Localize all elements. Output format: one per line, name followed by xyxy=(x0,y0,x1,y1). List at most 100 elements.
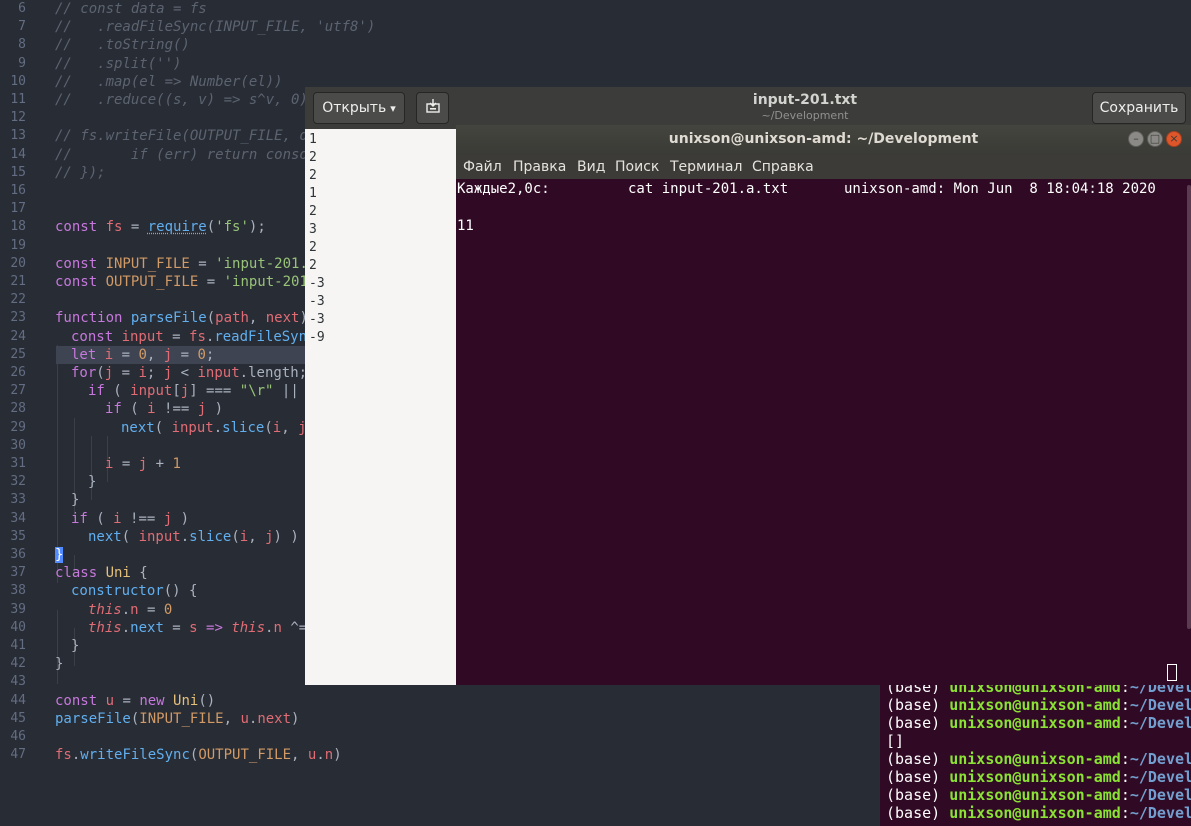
code-line: constructor() { xyxy=(71,583,198,600)
code-line: const OUTPUT_FILE = 'input-201 xyxy=(55,274,308,290)
menu-view[interactable]: Вид xyxy=(577,159,605,175)
terminal-cursor xyxy=(1167,664,1177,681)
terminal-window[interactable]: unixson@unixson-amd: ~/Development – □ ×… xyxy=(456,125,1191,685)
line-number: 12 xyxy=(10,110,26,126)
line-number: 42 xyxy=(10,656,26,672)
minimize-button[interactable]: – xyxy=(1128,131,1144,147)
code-line: const u = new Uni() xyxy=(55,692,216,709)
text-line: 1 xyxy=(309,186,317,201)
window-title: input-201.txt xyxy=(752,92,858,108)
line-number: 14 xyxy=(10,146,26,162)
line-number: 39 xyxy=(10,601,26,617)
line-number: 36 xyxy=(10,547,26,562)
code-line: if ( i !== j ) xyxy=(105,401,224,418)
line-number: 38 xyxy=(10,583,26,599)
open-label: Открыть xyxy=(322,100,387,116)
text-line: -3 xyxy=(309,294,325,309)
prompt-line: (base) unixson@unixson-amd:~/Devel xyxy=(886,804,1191,822)
text-line: 1 xyxy=(309,132,317,147)
watch-command: cat input-201.a.txt xyxy=(628,181,789,197)
code-line: const input = fs.readFileSyn xyxy=(71,328,308,345)
terminal-menubar: Файл Правка Вид Поиск Терминал Справка xyxy=(456,155,1191,179)
text-line: 2 xyxy=(309,240,317,255)
line-number: 43 xyxy=(10,674,26,690)
line-number: 24 xyxy=(10,328,26,344)
code-line: // .toString() xyxy=(55,37,190,54)
prompt-line: (base) unixson@unixson-amd:~/Devel xyxy=(886,714,1191,732)
line-number: 19 xyxy=(10,237,26,253)
code-line: const fs = require('fs'); xyxy=(55,219,266,236)
new-document-button[interactable] xyxy=(416,92,449,124)
insert-document-icon xyxy=(425,98,441,118)
terminal-title: unixson@unixson-amd: ~/Development xyxy=(668,131,979,147)
line-number: 13 xyxy=(10,128,26,144)
code-line: } xyxy=(88,474,97,491)
code-line: parseFile(INPUT_FILE, u.next) xyxy=(55,710,300,727)
line-number: 44 xyxy=(10,692,26,708)
text-line: 2 xyxy=(309,204,317,219)
code-line: next( input.slice(i, j) ) xyxy=(88,528,299,545)
code-line: // }); xyxy=(55,164,106,181)
line-number: 15 xyxy=(10,164,26,180)
prompt-line: (base) unixson@unixson-amd:~/Devel xyxy=(886,696,1191,714)
maximize-icon: □ xyxy=(1149,132,1161,145)
text-line: 2 xyxy=(309,168,317,183)
line-number: 8 xyxy=(18,37,26,53)
terminal-titlebar[interactable]: unixson@unixson-amd: ~/Development – □ × xyxy=(456,125,1191,155)
menu-search[interactable]: Поиск xyxy=(615,159,659,175)
text-line: -3 xyxy=(309,276,325,291)
code-line-current: let i = 0, j = 0; xyxy=(56,345,305,364)
output-line: [] xyxy=(886,732,905,750)
command-output: 11 xyxy=(457,218,474,234)
line-number: 11 xyxy=(10,92,26,107)
line-number: 27 xyxy=(10,383,26,399)
code-line: this.next = s => this.n ^= xyxy=(88,619,308,636)
line-number: 25 xyxy=(10,346,26,362)
terminal-content[interactable]: Каждые2,0с: cat input-201.a.txt unixson-… xyxy=(456,179,1191,685)
text-line: 3 xyxy=(309,222,317,237)
code-line: if ( i !== j ) xyxy=(71,510,190,527)
prompt-line: (base) unixson@unixson-amd:~/Devel xyxy=(886,786,1191,804)
text-line: 2 xyxy=(309,258,317,273)
open-button[interactable]: Открыть ▾ xyxy=(313,92,405,124)
code-line: class Uni { xyxy=(55,565,148,582)
code-line: // const data = fs xyxy=(55,1,207,17)
text-line: 2 xyxy=(309,150,317,165)
terminal-scrollbar[interactable] xyxy=(1187,185,1191,629)
maximize-button[interactable]: □ xyxy=(1147,131,1163,147)
line-number: 46 xyxy=(10,729,26,744)
line-number: 45 xyxy=(10,710,26,726)
line-number: 35 xyxy=(10,528,26,544)
line-number: 40 xyxy=(10,619,26,635)
line-number: 28 xyxy=(10,401,26,417)
save-button[interactable]: Сохранить xyxy=(1092,92,1186,124)
close-button[interactable]: × xyxy=(1166,131,1182,147)
line-number: 17 xyxy=(10,201,26,217)
close-icon: × xyxy=(1169,132,1179,145)
menu-terminal[interactable]: Терминал xyxy=(670,159,742,175)
code-line: } xyxy=(71,492,80,509)
gedit-headerbar: Открыть ▾ input-201.txt ~/Development Со… xyxy=(305,87,1191,129)
minimize-icon: – xyxy=(1133,132,1139,145)
line-number: 41 xyxy=(10,638,26,653)
text-line: -3 xyxy=(309,312,325,327)
watch-host-time: unixson-amd: Mon Jun 8 18:04:18 2020 xyxy=(844,181,1156,197)
code-line: const INPUT_FILE = 'input-201. xyxy=(55,255,308,272)
bash-terminal[interactable]: (base) unixson@unixson-amd:~/Devel (base… xyxy=(880,680,1191,826)
line-number: 18 xyxy=(10,219,26,235)
code-line: // .reduce((s, v) => s^v, 0) xyxy=(55,92,308,108)
menu-file[interactable]: Файл xyxy=(463,159,502,175)
line-number: 37 xyxy=(10,565,26,581)
line-number: 26 xyxy=(10,365,26,380)
line-number: 23 xyxy=(10,310,26,326)
code-line: } xyxy=(55,546,64,564)
chevron-down-icon: ▾ xyxy=(390,101,396,115)
menu-edit[interactable]: Правка xyxy=(513,159,566,175)
menu-help[interactable]: Справка xyxy=(752,159,814,175)
line-number: 20 xyxy=(10,255,26,271)
line-number: 10 xyxy=(10,73,26,89)
line-number: 30 xyxy=(10,437,26,453)
text-line: -9 xyxy=(309,330,325,345)
code-line: next( input.slice(i, j xyxy=(121,419,307,436)
window-subtitle: ~/Development xyxy=(761,109,849,122)
